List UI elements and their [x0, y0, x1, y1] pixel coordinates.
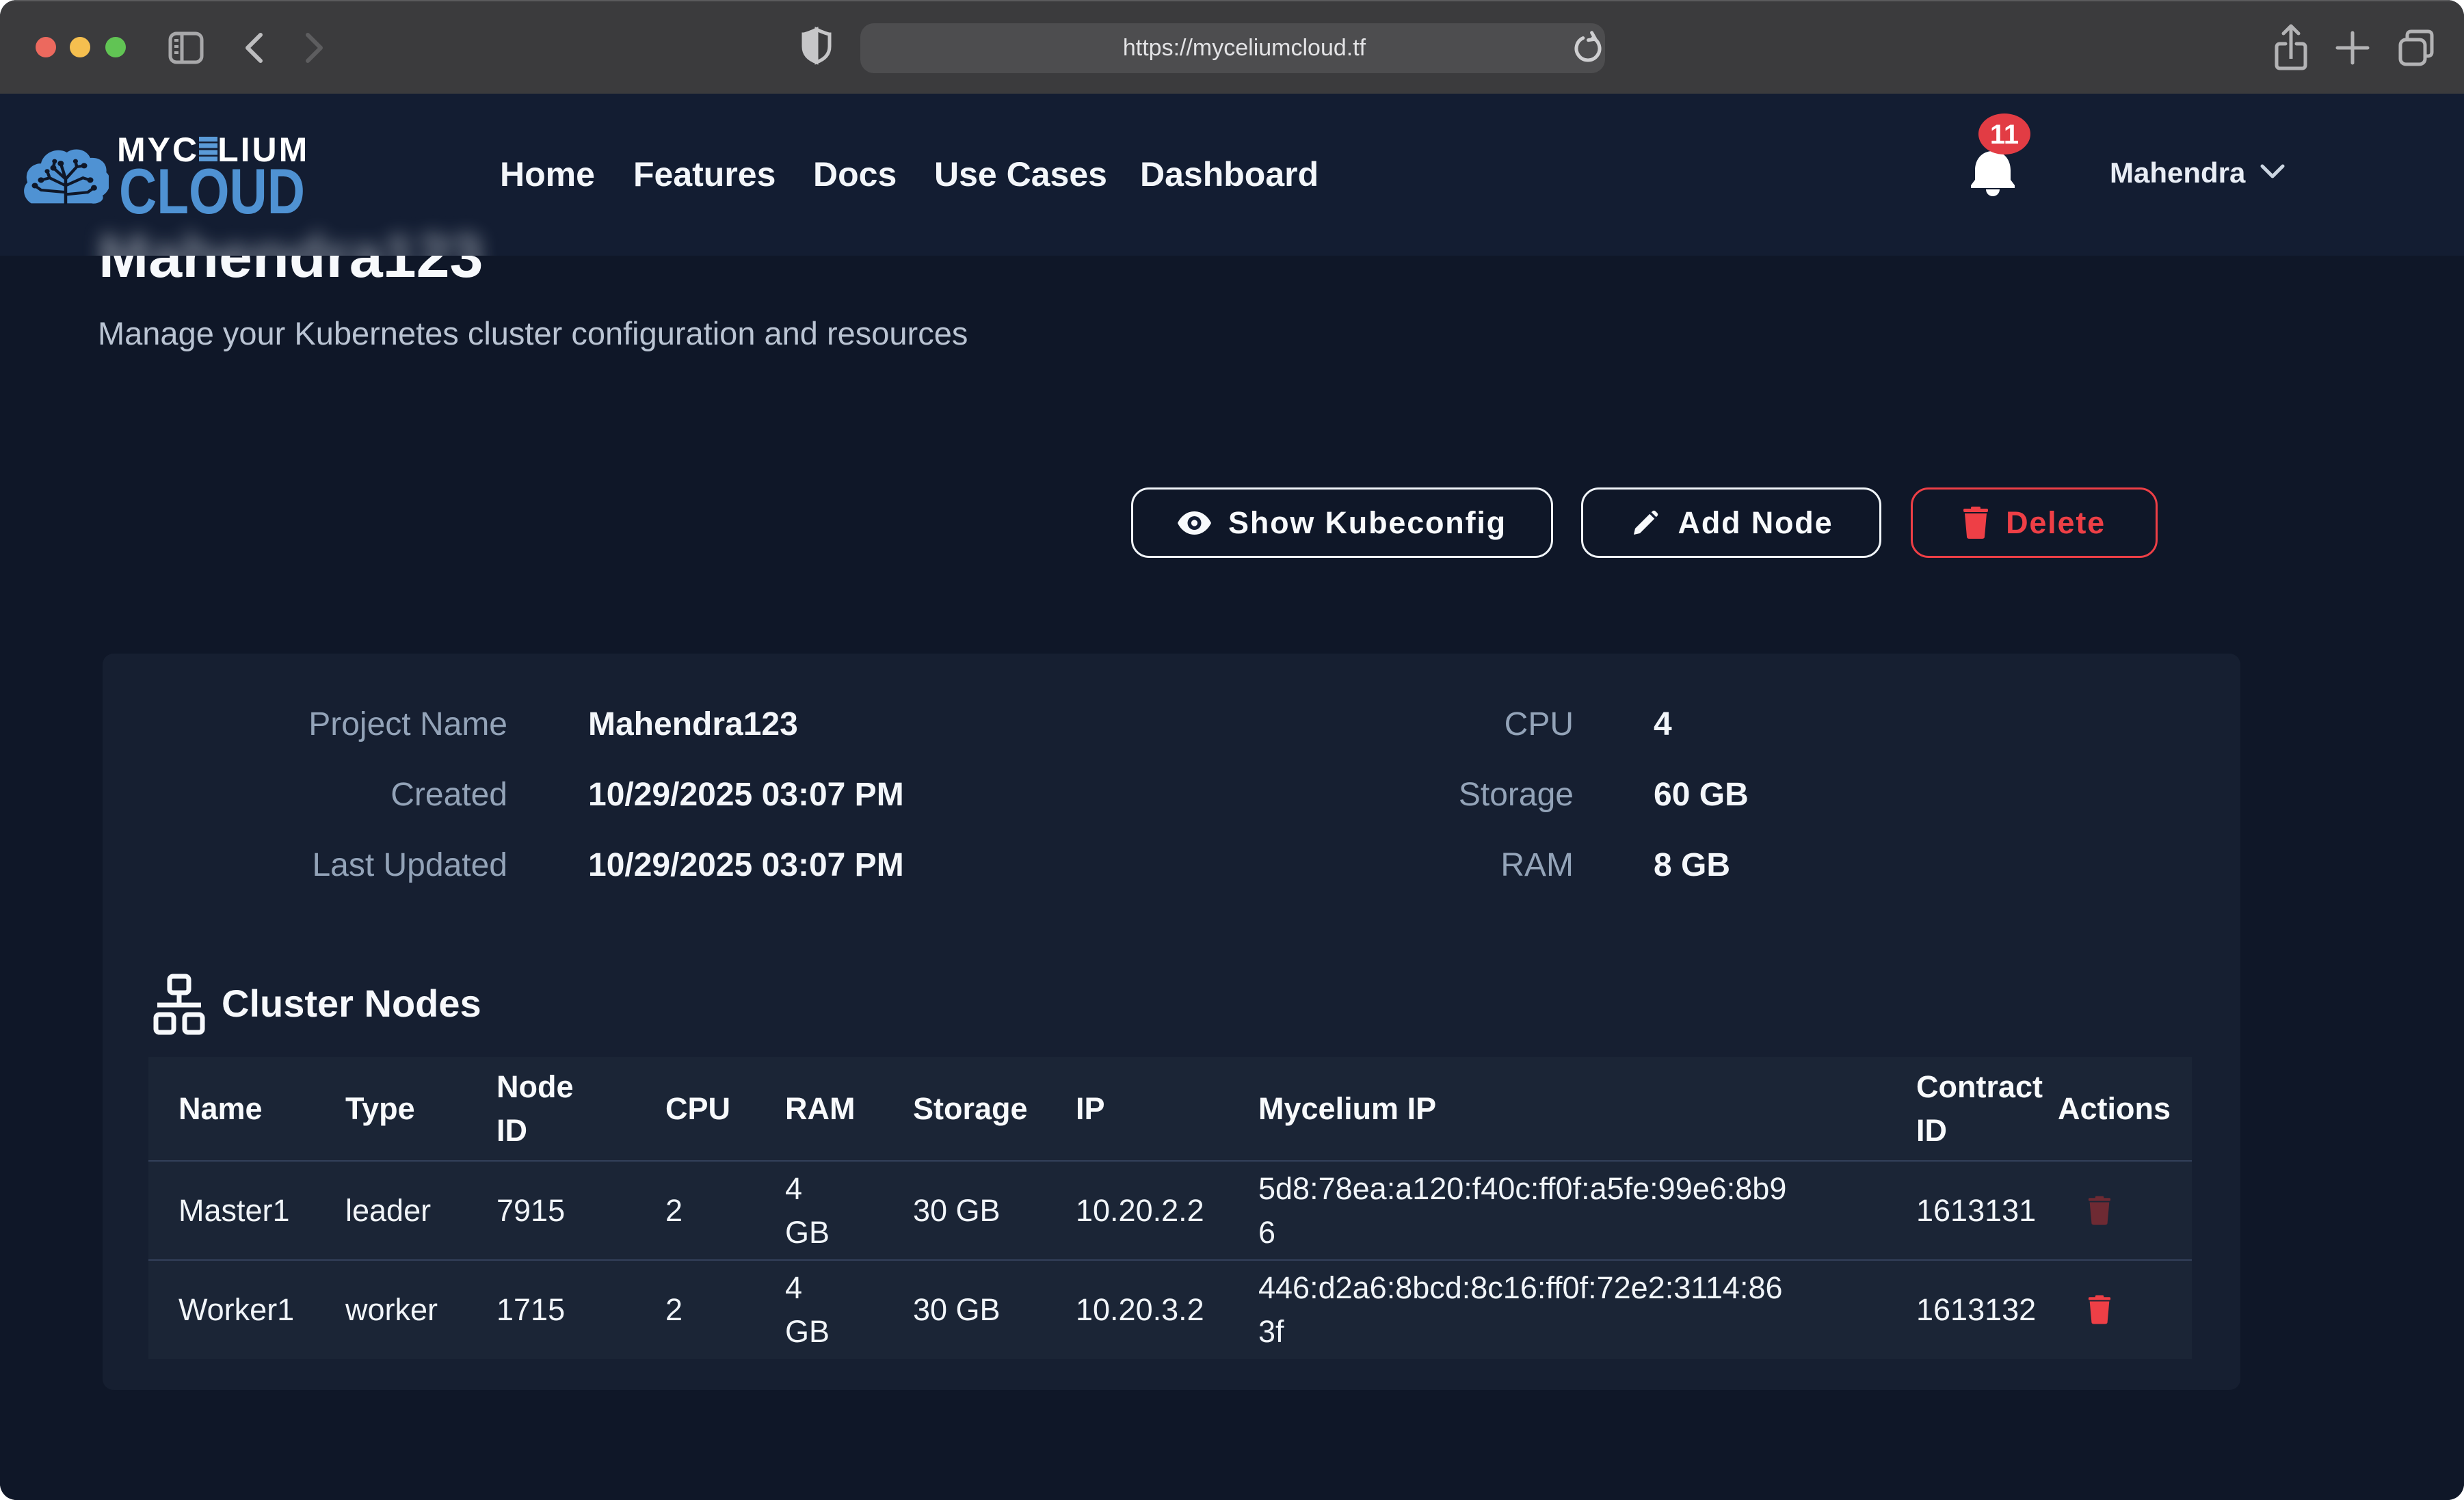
svg-text:11: 11: [1990, 120, 2019, 150]
